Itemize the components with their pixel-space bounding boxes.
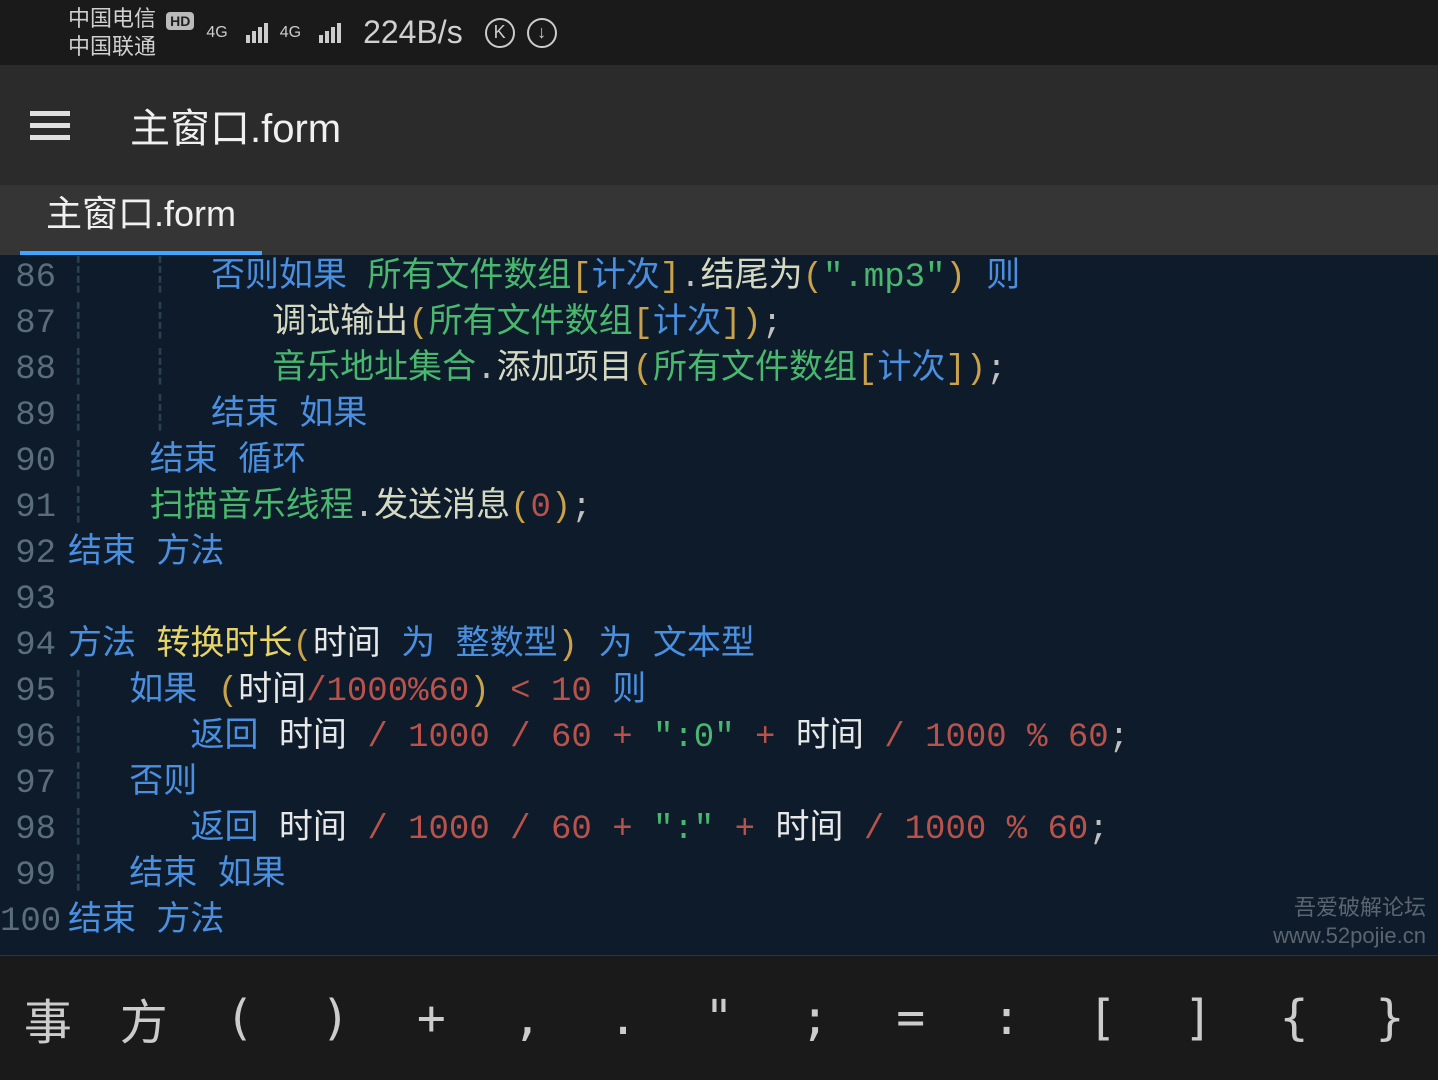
sym-key-plus[interactable]: + xyxy=(383,956,479,1080)
code-line: ┊ ┊ 结束 如果 xyxy=(68,393,1438,439)
code-line: 结束 方法 xyxy=(68,531,1438,577)
app-title: 主窗口.form xyxy=(130,96,341,154)
code-line: 方法 转换时长(时间 为 整数型) 为 文本型 xyxy=(68,623,1438,669)
tab-main-form[interactable]: 主窗口.form xyxy=(20,173,262,255)
code-line: 结束 方法 xyxy=(68,899,1438,945)
carrier-2: 中国联通 xyxy=(68,34,194,60)
code-line: ┊ ┊ 音乐地址集合.添加项目(所有文件数组[计次]); xyxy=(68,347,1438,393)
sym-key-comma[interactable]: , xyxy=(479,956,575,1080)
sym-key-lbracket[interactable]: [ xyxy=(1054,956,1150,1080)
sym-key-lbrace[interactable]: { xyxy=(1246,956,1342,1080)
menu-icon[interactable] xyxy=(30,104,70,147)
signal-icon-2 xyxy=(319,23,341,43)
sym-key-semicolon[interactable]: ; xyxy=(767,956,863,1080)
hd-badge: HD xyxy=(166,12,194,30)
code-line: ┊ 扫描音乐线程.发送消息(0); xyxy=(68,485,1438,531)
k-icon: K xyxy=(485,18,515,48)
gutter: 86 87 88 89 90 91 92 93 94 95 96 97 98 9… xyxy=(0,255,64,955)
sym-key-lparen[interactable]: ( xyxy=(192,956,288,1080)
code-line: ┊ ┊ 否则如果 所有文件数组[计次].结尾为(".mp3") 则 xyxy=(68,255,1438,301)
sym-key-event[interactable]: 事 xyxy=(0,956,96,1080)
sym-key-colon[interactable]: : xyxy=(959,956,1055,1080)
code-line: ┊ 如果 (时间/1000%60) < 10 则 xyxy=(68,669,1438,715)
4g-label-2: 4G xyxy=(280,24,301,42)
code-line: ┊ 否则 xyxy=(68,761,1438,807)
code-line: ┊ 返回 时间 / 1000 / 60 + ":0" + 时间 / 1000 %… xyxy=(68,715,1438,761)
speed-label: 224B/s xyxy=(363,14,463,51)
carriers: 中国电信 HD 中国联通 xyxy=(20,6,194,60)
code-line: ┊ 结束 循环 xyxy=(68,439,1438,485)
code-line: ┊ ┊ 调试输出(所有文件数组[计次]); xyxy=(68,301,1438,347)
code-line: ┊ 结束 如果 xyxy=(68,853,1438,899)
download-icon: ↓ xyxy=(527,18,557,48)
code-editor[interactable]: 86 87 88 89 90 91 92 93 94 95 96 97 98 9… xyxy=(0,255,1438,955)
signal-icon xyxy=(246,23,268,43)
carrier-1: 中国电信 xyxy=(68,6,156,31)
tab-bar: 主窗口.form xyxy=(0,185,1438,255)
code-line: ┊ 返回 时间 / 1000 / 60 + ":" + 时间 / 1000 % … xyxy=(68,807,1438,853)
sym-key-rbrace[interactable]: } xyxy=(1342,956,1438,1080)
app-bar: 主窗口.form xyxy=(0,65,1438,185)
status-bar: 中国电信 HD 中国联通 4G 4G 224B/s K ↓ xyxy=(0,0,1438,65)
sym-key-rbracket[interactable]: ] xyxy=(1150,956,1246,1080)
code-area[interactable]: ┊ ┊ 否则如果 所有文件数组[计次].结尾为(".mp3") 则 ┊ ┊ 调试… xyxy=(64,255,1438,955)
sym-key-method[interactable]: 方 xyxy=(96,956,192,1080)
code-line xyxy=(68,577,1438,623)
sym-key-rparen[interactable]: ) xyxy=(288,956,384,1080)
symbol-toolbar: 事 方 ( ) + , . " ; = : [ ] { } xyxy=(0,955,1438,1080)
4g-label-1: 4G xyxy=(206,24,227,42)
sym-key-equals[interactable]: = xyxy=(863,956,959,1080)
sym-key-dot[interactable]: . xyxy=(575,956,671,1080)
sym-key-quote[interactable]: " xyxy=(671,956,767,1080)
